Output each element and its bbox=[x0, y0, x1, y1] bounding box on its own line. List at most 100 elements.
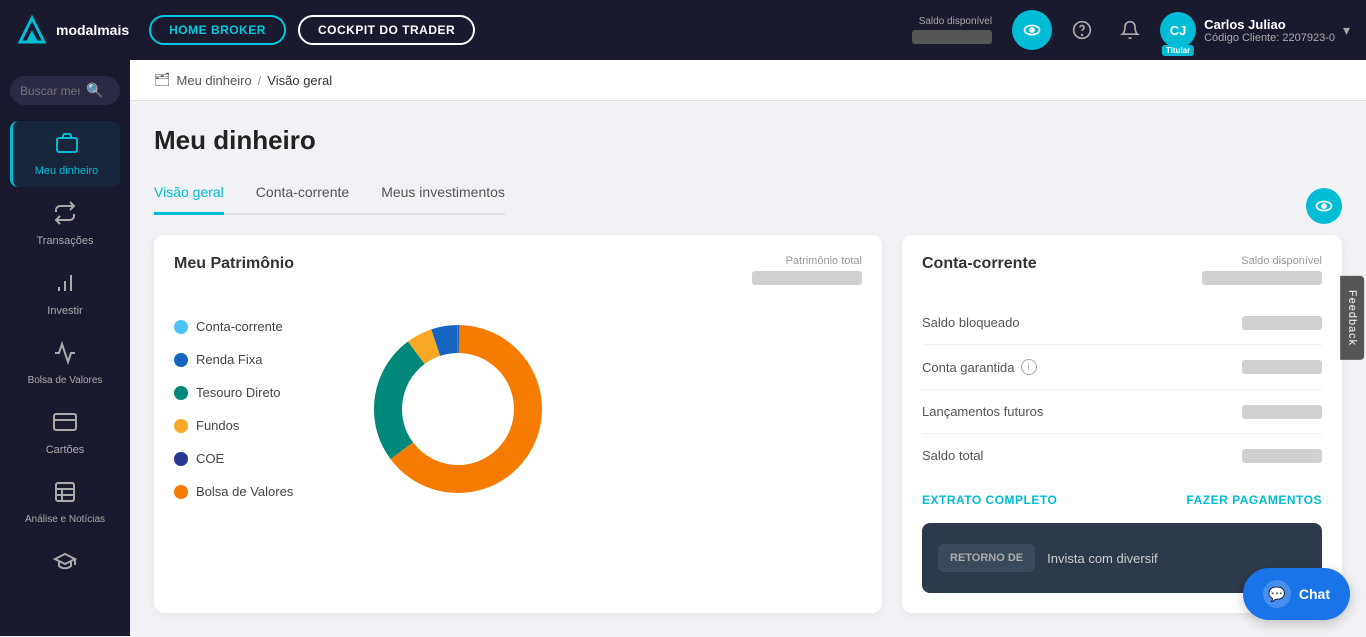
conta-card-header: Conta-corrente Saldo disponível bbox=[922, 255, 1322, 285]
cards-row: Meu Patrimônio Patrimônio total Conta-co… bbox=[154, 235, 1342, 613]
breadcrumb-home[interactable]: Meu dinheiro bbox=[177, 73, 252, 88]
notifications-button[interactable] bbox=[1112, 12, 1148, 48]
saldo-disponivel-label: Saldo disponível bbox=[919, 16, 992, 27]
user-code: Código Cliente: 2207923-0 bbox=[1204, 32, 1335, 44]
sidebar-item-educacao[interactable] bbox=[10, 539, 120, 593]
sidebar-item-meu-dinheiro[interactable]: Meu dinheiro bbox=[10, 121, 120, 187]
investir-icon bbox=[53, 271, 77, 301]
toggle-visibility-button[interactable] bbox=[1012, 10, 1052, 50]
extrato-completo-button[interactable]: EXTRATO COMPLETO bbox=[922, 493, 1057, 507]
sidebar-item-cartoes[interactable]: Cartões bbox=[10, 400, 120, 466]
tab-visibility-toggle[interactable] bbox=[1306, 188, 1342, 224]
legend-item: COE bbox=[174, 451, 334, 466]
avatar: CJ Titular bbox=[1160, 12, 1196, 48]
patrimonio-total-label: Patrimônio total bbox=[786, 255, 862, 267]
legend-label: Renda Fixa bbox=[196, 352, 262, 367]
conta-saldo-label: Saldo disponível bbox=[1241, 255, 1322, 267]
search-input[interactable] bbox=[20, 84, 80, 98]
tab-meus-investimentos[interactable]: Meus investimentos bbox=[381, 176, 505, 215]
eye-icon bbox=[1022, 20, 1042, 40]
conta-action-buttons: EXTRATO COMPLETO FAZER PAGAMENTOS bbox=[922, 493, 1322, 507]
logo[interactable]: modalmais bbox=[16, 14, 129, 46]
tabs: Visão geral Conta-corrente Meus investim… bbox=[154, 176, 505, 215]
row-label: Conta garantida i bbox=[922, 359, 1037, 375]
info-icon[interactable]: i bbox=[1021, 359, 1037, 375]
legend-dot-bolsa bbox=[174, 485, 188, 499]
row-value-blurred bbox=[1242, 405, 1322, 419]
patrimonio-card-header: Meu Patrimônio Patrimônio total bbox=[174, 255, 862, 285]
sidebar-item-investir[interactable]: Investir bbox=[10, 261, 120, 327]
feedback-tab[interactable]: Feedback bbox=[1340, 276, 1364, 360]
search-box[interactable]: 🔍 bbox=[10, 76, 120, 105]
help-button[interactable] bbox=[1064, 12, 1100, 48]
saldo-disponivel-area: Saldo disponível bbox=[912, 16, 992, 44]
chat-button[interactable]: 💬 Chat bbox=[1243, 568, 1350, 620]
legend-dot-conta-corrente bbox=[174, 320, 188, 334]
row-value-blurred bbox=[1242, 449, 1322, 463]
sidebar-item-label: Cartões bbox=[46, 444, 85, 456]
row-value-blurred bbox=[1242, 360, 1322, 374]
conta-saldo-value-blurred bbox=[1202, 271, 1322, 285]
home-broker-button[interactable]: HOME BROKER bbox=[149, 15, 286, 45]
breadcrumb: 🗂 Meu dinheiro / Visão geral bbox=[130, 60, 1366, 101]
main-content: 🗂 Meu dinheiro / Visão geral Meu dinheir… bbox=[130, 60, 1366, 637]
chat-icon: 💬 bbox=[1263, 580, 1291, 608]
sidebar-item-analise-noticias[interactable]: Análise e Notícias bbox=[10, 470, 120, 535]
conta-header-right: Saldo disponível bbox=[1202, 255, 1322, 285]
search-icon: 🔍 bbox=[86, 82, 103, 99]
bolsa-icon bbox=[53, 341, 77, 371]
user-info: Carlos Juliao Código Cliente: 2207923-0 bbox=[1204, 17, 1335, 44]
cockpit-trader-button[interactable]: COCKPIT DO TRADER bbox=[298, 15, 475, 45]
legend-item: Tesouro Direto bbox=[174, 385, 334, 400]
patrimonio-card: Meu Patrimônio Patrimônio total Conta-co… bbox=[154, 235, 882, 613]
legend-label: Bolsa de Valores bbox=[196, 484, 293, 499]
patrimonio-header-right: Patrimônio total bbox=[752, 255, 862, 285]
conta-title: Conta-corrente bbox=[922, 255, 1037, 273]
analise-icon bbox=[53, 480, 77, 510]
sidebar-item-transacoes[interactable]: Transações bbox=[10, 191, 120, 257]
logo-text: modalmais bbox=[56, 22, 129, 38]
conta-row-saldo-bloqueado: Saldo bloqueado bbox=[922, 301, 1322, 345]
fazer-pagamentos-button[interactable]: FAZER PAGAMENTOS bbox=[1186, 493, 1322, 507]
chart-area: Conta-corrente Renda Fixa Tesouro Direto bbox=[174, 301, 862, 509]
conta-row-saldo-total: Saldo total bbox=[922, 434, 1322, 477]
legend-dot-coe bbox=[174, 452, 188, 466]
breadcrumb-current: Visão geral bbox=[267, 73, 332, 88]
conta-rows: Saldo bloqueado Conta garantida i Lançam… bbox=[922, 301, 1322, 477]
legend-dot-tesouro-direto bbox=[174, 386, 188, 400]
user-menu[interactable]: CJ Titular Carlos Juliao Código Cliente:… bbox=[1160, 12, 1350, 48]
bell-icon bbox=[1120, 20, 1140, 40]
banner-text: Invista com diversif bbox=[1047, 551, 1158, 566]
sidebar-item-label: Transações bbox=[36, 235, 93, 247]
sidebar-item-label: Meu dinheiro bbox=[35, 165, 99, 177]
tab-conta-corrente[interactable]: Conta-corrente bbox=[256, 176, 349, 215]
tabs-row: Visão geral Conta-corrente Meus investim… bbox=[154, 176, 1342, 235]
row-label: Saldo bloqueado bbox=[922, 315, 1020, 330]
sidebar-item-label: Análise e Notícias bbox=[25, 514, 105, 525]
legend-dot-fundos bbox=[174, 419, 188, 433]
breadcrumb-icon: 🗂 bbox=[154, 72, 171, 88]
tab-visao-geral[interactable]: Visão geral bbox=[154, 176, 224, 215]
page-body: Meu dinheiro Visão geral Conta-corrente … bbox=[130, 101, 1366, 637]
legend-label: Fundos bbox=[196, 418, 239, 433]
cartoes-icon bbox=[53, 410, 77, 440]
patrimonio-value-blurred bbox=[752, 271, 862, 285]
logo-icon bbox=[16, 14, 48, 46]
patrimonio-title: Meu Patrimônio bbox=[174, 255, 294, 273]
sidebar-item-label: Bolsa de Valores bbox=[28, 375, 103, 386]
row-label: Lançamentos futuros bbox=[922, 404, 1043, 419]
question-icon bbox=[1072, 20, 1092, 40]
eye-icon-tab bbox=[1314, 196, 1334, 216]
page-title: Meu dinheiro bbox=[154, 125, 1342, 156]
legend-item: Bolsa de Valores bbox=[174, 484, 334, 499]
educacao-icon bbox=[53, 549, 77, 579]
user-name: Carlos Juliao bbox=[1204, 17, 1335, 32]
legend-dot-renda-fixa bbox=[174, 353, 188, 367]
sidebar-item-bolsa-valores[interactable]: Bolsa de Valores bbox=[10, 331, 120, 396]
meu-dinheiro-icon bbox=[55, 131, 79, 161]
donut-svg bbox=[358, 309, 558, 509]
saldo-value-blurred bbox=[912, 30, 992, 44]
sidebar: 🔍 Meu dinheiro Transações Investir bbox=[0, 60, 130, 636]
conta-row-lancamentos-futuros: Lançamentos futuros bbox=[922, 390, 1322, 434]
legend-item: Conta-corrente bbox=[174, 319, 334, 334]
